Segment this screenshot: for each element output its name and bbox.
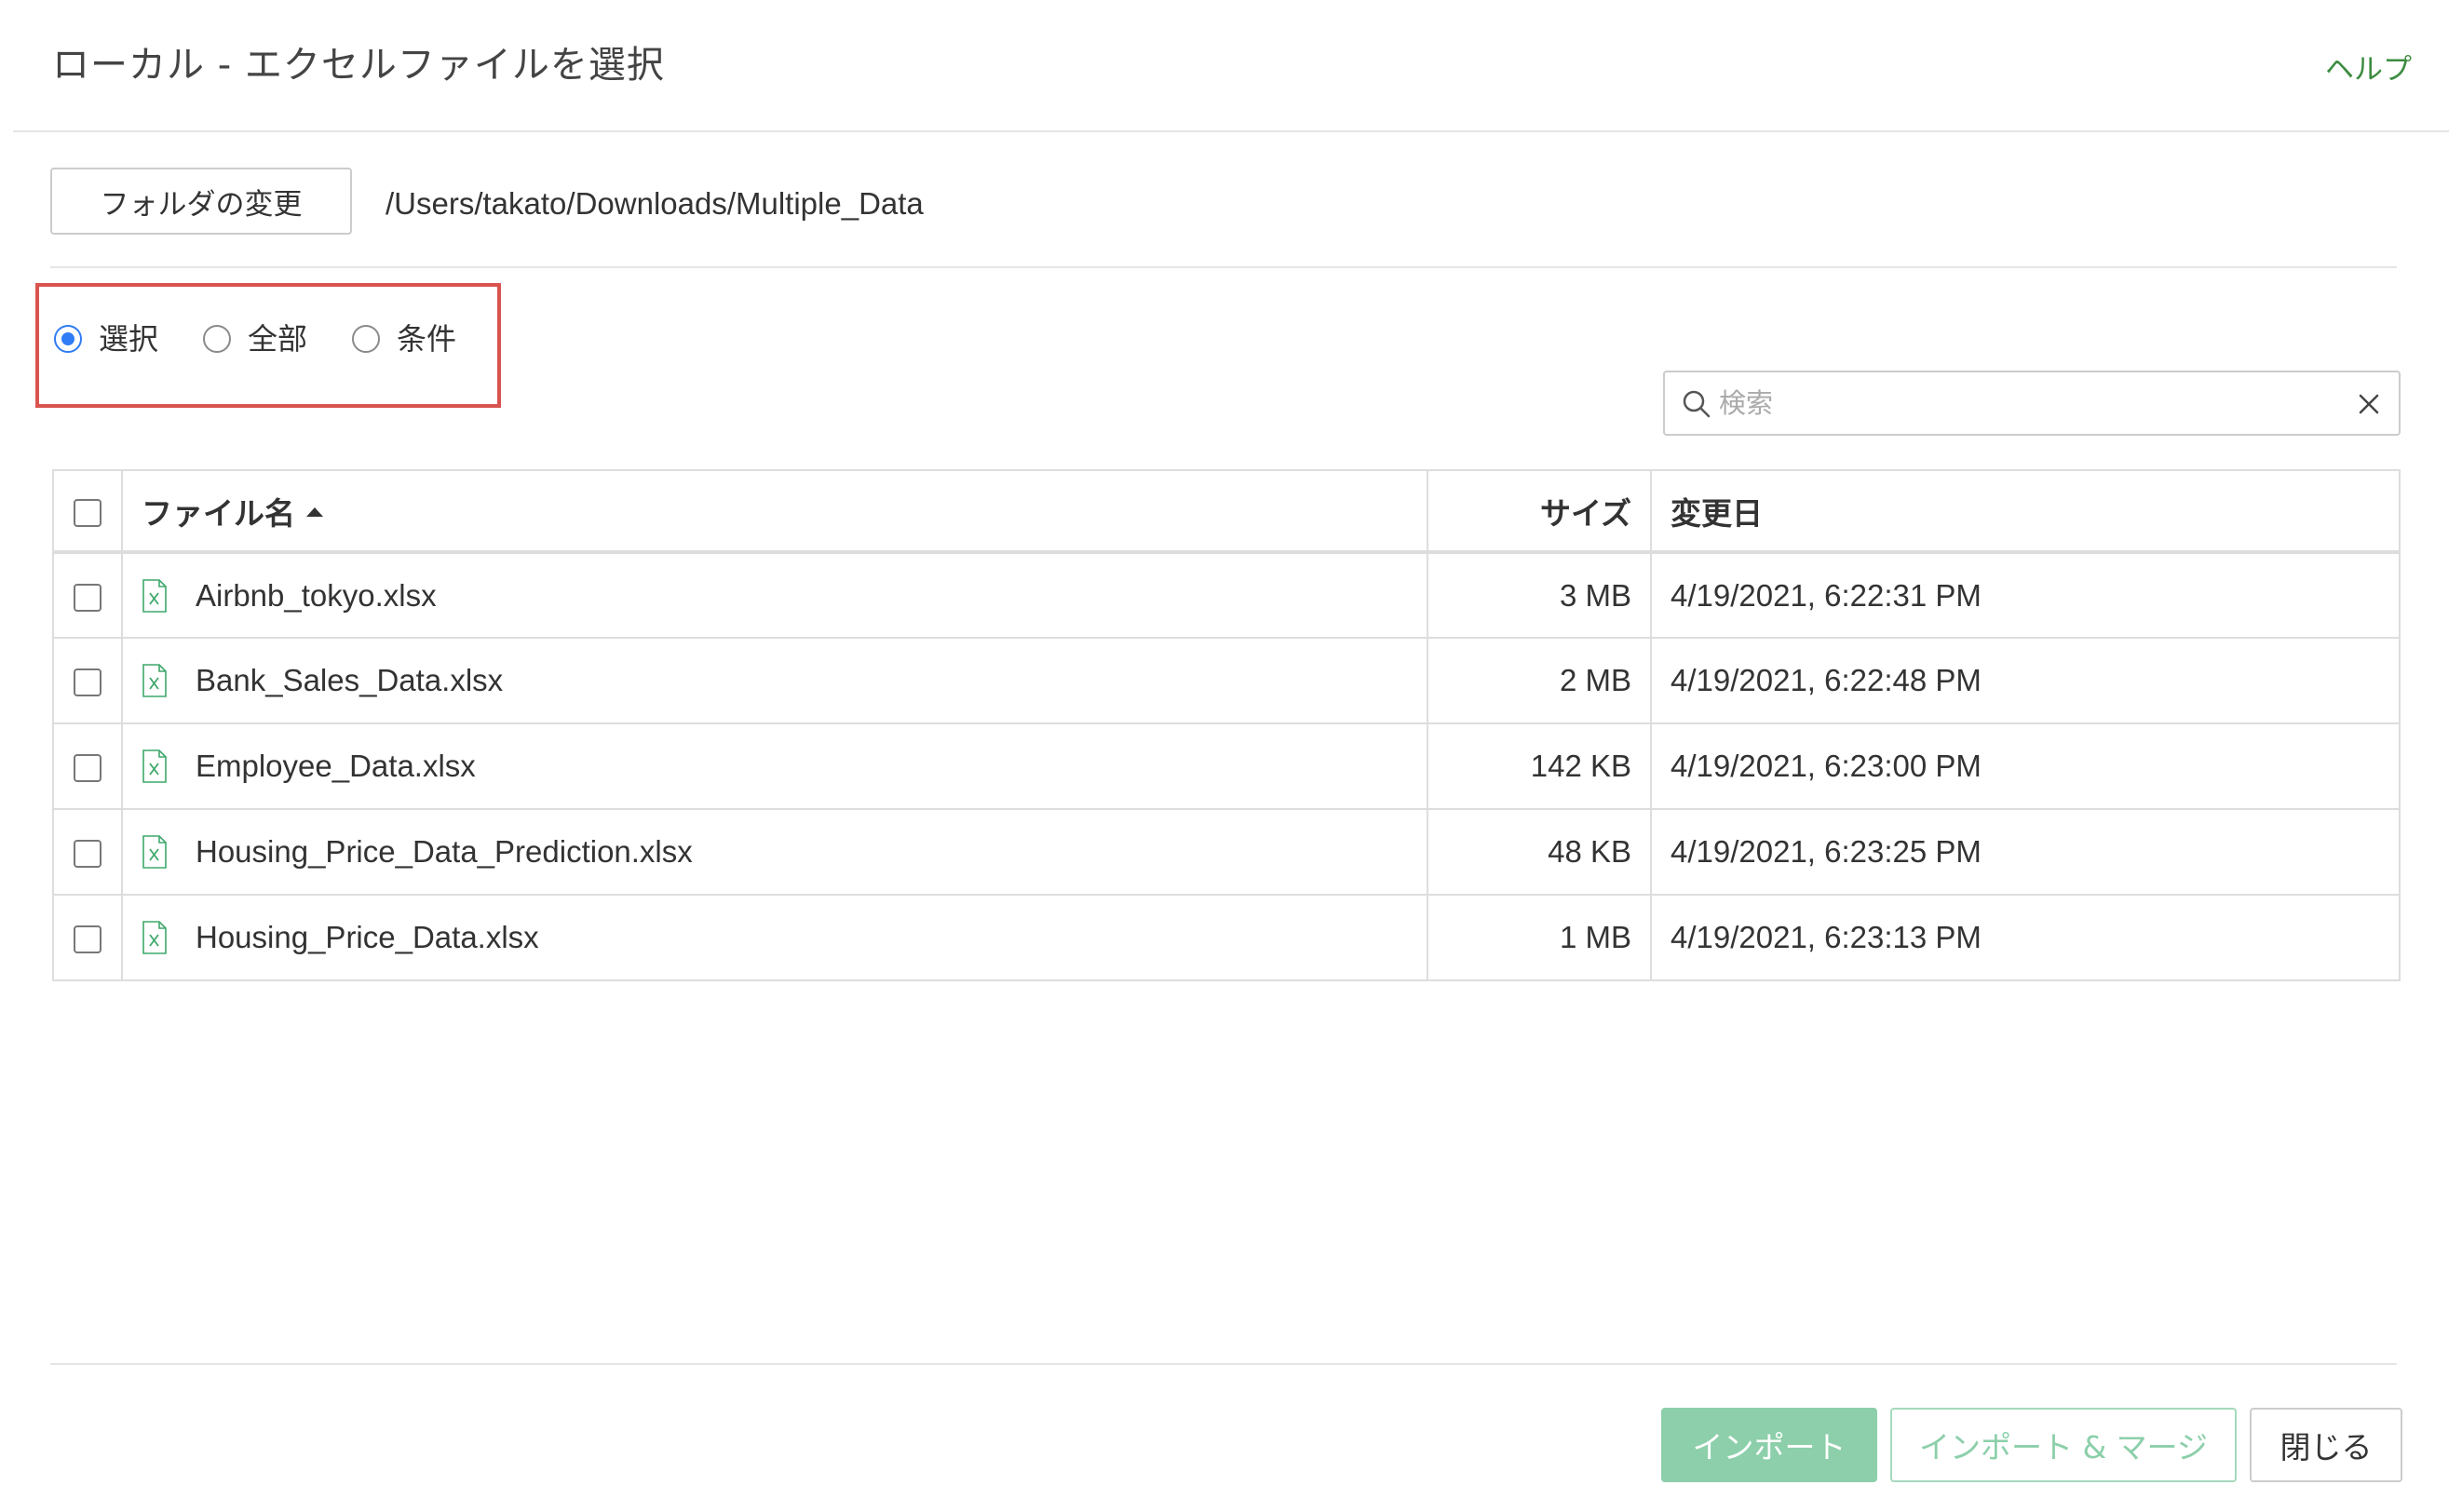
excel-file-icon — [142, 578, 167, 613]
radio-option-select[interactable]: 選択 — [54, 324, 158, 354]
file-modified: 4/19/2021, 6:23:00 PM — [1650, 722, 2401, 810]
file-modified: 4/19/2021, 6:22:31 PM — [1650, 551, 2401, 639]
file-name: Housing_Price_Data_Prediction.xlsx — [196, 834, 693, 869]
search-input[interactable] — [1719, 380, 2333, 426]
row-checkbox[interactable] — [74, 754, 101, 783]
excel-file-icon — [142, 664, 167, 697]
table-header-row: ファイル名 サイズ 変更日 — [52, 469, 2401, 554]
selection-mode-radio-group: 選択 全部 条件 — [54, 324, 501, 354]
table-row[interactable]: Airbnb_tokyo.xlsx 3 MB 4/19/2021, 6:22:3… — [52, 551, 2401, 639]
file-modified: 4/19/2021, 6:23:25 PM — [1650, 808, 2401, 896]
file-table: ファイル名 サイズ 変更日 Airbnb_tokyo.xlsx 3 MB 4/1… — [52, 469, 2401, 981]
table-row[interactable]: Housing_Price_Data_Prediction.xlsx 48 KB… — [52, 808, 2401, 896]
radio-label-condition: 条件 — [397, 321, 457, 357]
file-size: 2 MB — [1427, 637, 1652, 724]
radio-button-condition[interactable] — [352, 325, 381, 353]
file-modified: 4/19/2021, 6:22:48 PM — [1650, 637, 2401, 724]
select-all-checkbox[interactable] — [74, 498, 101, 527]
radio-button-all[interactable] — [203, 325, 232, 353]
row-checkbox-cell — [52, 808, 123, 896]
table-row[interactable]: Housing_Price_Data.xlsx 1 MB 4/19/2021, … — [52, 894, 2401, 981]
file-size: 1 MB — [1427, 894, 1652, 981]
file-name-cell: Bank_Sales_Data.xlsx — [121, 637, 1428, 724]
row-checkbox-cell — [52, 722, 123, 810]
row-checkbox-cell — [52, 551, 123, 639]
help-link[interactable]: ヘルプ — [2325, 56, 2412, 85]
file-name-cell: Housing_Price_Data_Prediction.xlsx — [121, 808, 1428, 896]
table-row[interactable]: Bank_Sales_Data.xlsx 2 MB 4/19/2021, 6:2… — [52, 637, 2401, 724]
radio-button-select[interactable] — [54, 325, 82, 353]
file-name: Airbnb_tokyo.xlsx — [196, 577, 437, 613]
table-row[interactable]: Employee_Data.xlsx 142 KB 4/19/2021, 6:2… — [52, 722, 2401, 810]
file-name-cell: Employee_Data.xlsx — [121, 722, 1428, 810]
folder-path: /Users/takato/Downloads/Multiple_Data — [386, 186, 924, 221]
column-header-name[interactable]: ファイル名 — [121, 469, 1428, 554]
divider — [50, 1363, 2397, 1365]
file-size: 48 KB — [1427, 808, 1652, 896]
row-checkbox-cell — [52, 894, 123, 981]
dialog-title: ローカル - エクセルファイルを選択 — [52, 44, 665, 87]
row-checkbox[interactable] — [74, 668, 101, 697]
radio-option-all[interactable]: 全部 — [203, 324, 307, 354]
row-checkbox[interactable] — [74, 925, 101, 954]
row-checkbox[interactable] — [74, 583, 101, 612]
file-size: 142 KB — [1427, 722, 1652, 810]
excel-file-icon — [142, 749, 167, 783]
select-all-cell — [52, 469, 123, 554]
dialog-header: ローカル - エクセルファイルを選択 ヘルプ — [13, 0, 2449, 132]
file-name: Bank_Sales_Data.xlsx — [196, 663, 504, 697]
sort-ascending-icon[interactable] — [306, 507, 323, 517]
column-header-size[interactable]: サイズ — [1427, 469, 1652, 554]
import-merge-button[interactable]: インポート & マージ — [1890, 1408, 2237, 1482]
file-name-cell: Housing_Price_Data.xlsx — [121, 894, 1428, 981]
search-icon — [1683, 390, 1711, 418]
radio-option-condition[interactable]: 条件 — [352, 324, 456, 354]
excel-file-icon — [142, 921, 167, 954]
column-header-modified[interactable]: 変更日 — [1650, 469, 2401, 554]
file-name-cell: Airbnb_tokyo.xlsx — [121, 551, 1428, 639]
excel-file-icon — [142, 835, 167, 869]
close-icon[interactable] — [2356, 391, 2382, 417]
radio-label-select: 選択 — [99, 321, 159, 357]
row-checkbox-cell — [52, 637, 123, 724]
column-header-name-label: ファイル名 — [142, 494, 295, 532]
radio-label-all: 全部 — [248, 321, 308, 357]
file-size: 3 MB — [1427, 551, 1652, 639]
file-name: Housing_Price_Data.xlsx — [196, 920, 539, 954]
row-checkbox[interactable] — [74, 840, 101, 869]
divider — [50, 266, 2397, 268]
file-name: Employee_Data.xlsx — [196, 749, 476, 783]
close-button[interactable]: 閉じる — [2250, 1408, 2402, 1482]
search-box[interactable] — [1663, 371, 2401, 436]
change-folder-button[interactable]: フォルダの変更 — [50, 168, 352, 235]
import-button[interactable]: インポート — [1661, 1408, 1877, 1482]
file-modified: 4/19/2021, 6:23:13 PM — [1650, 894, 2401, 981]
